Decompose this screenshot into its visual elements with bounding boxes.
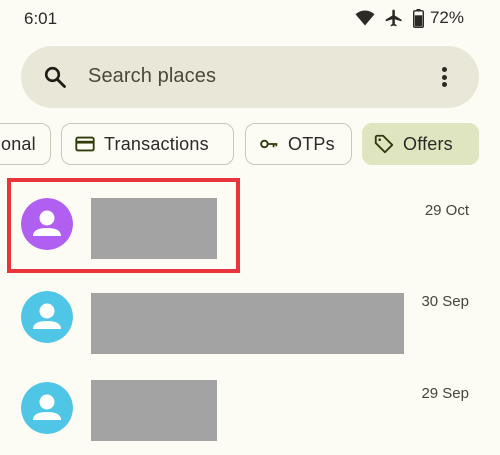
search-placeholder: Search places <box>88 65 217 87</box>
message-item[interactable]: 30 Sep <box>0 270 500 362</box>
search-bar[interactable]: Search places <box>21 46 479 108</box>
person-icon <box>21 291 73 343</box>
message-item[interactable]: 29 Sep <box>0 362 500 454</box>
chip-otps-label: OTPs <box>288 133 335 154</box>
redacted-sender <box>91 198 217 259</box>
person-icon <box>21 198 73 250</box>
chip-personal[interactable]: onal <box>0 123 51 165</box>
avatar <box>21 382 73 434</box>
status-icons: 72% <box>355 7 464 29</box>
screen: 6:01 72% Search places onal Transactions… <box>0 0 500 455</box>
chip-otps[interactable]: OTPs <box>245 123 352 165</box>
redacted-sender <box>91 293 404 354</box>
redacted-sender <box>91 380 217 441</box>
search-icon <box>44 66 66 88</box>
message-item[interactable]: 29 Oct <box>0 178 500 270</box>
credit-card-icon <box>75 136 95 152</box>
message-date: 30 Sep <box>421 293 469 310</box>
more-vert-icon[interactable] <box>431 64 457 90</box>
status-bar: 6:01 72% <box>0 0 500 38</box>
message-date: 29 Sep <box>421 385 469 402</box>
chip-personal-label: onal <box>1 133 36 154</box>
chip-transactions[interactable]: Transactions <box>61 123 234 165</box>
airplane-mode-icon <box>385 9 402 27</box>
message-date: 29 Oct <box>424 202 469 219</box>
key-icon <box>260 139 278 149</box>
chip-offers-label: Offers <box>403 133 453 154</box>
filter-chips: onal Transactions OTPs Offers <box>0 123 500 165</box>
avatar <box>21 198 73 250</box>
battery-percent: 72% <box>429 8 464 27</box>
person-icon <box>21 382 73 434</box>
status-time: 6:01 <box>24 9 58 28</box>
avatar <box>21 291 73 343</box>
wifi-icon <box>355 10 375 26</box>
chip-offers[interactable]: Offers <box>362 123 479 165</box>
tag-icon <box>374 134 394 154</box>
battery-icon <box>412 8 424 28</box>
chip-transactions-label: Transactions <box>104 133 209 154</box>
